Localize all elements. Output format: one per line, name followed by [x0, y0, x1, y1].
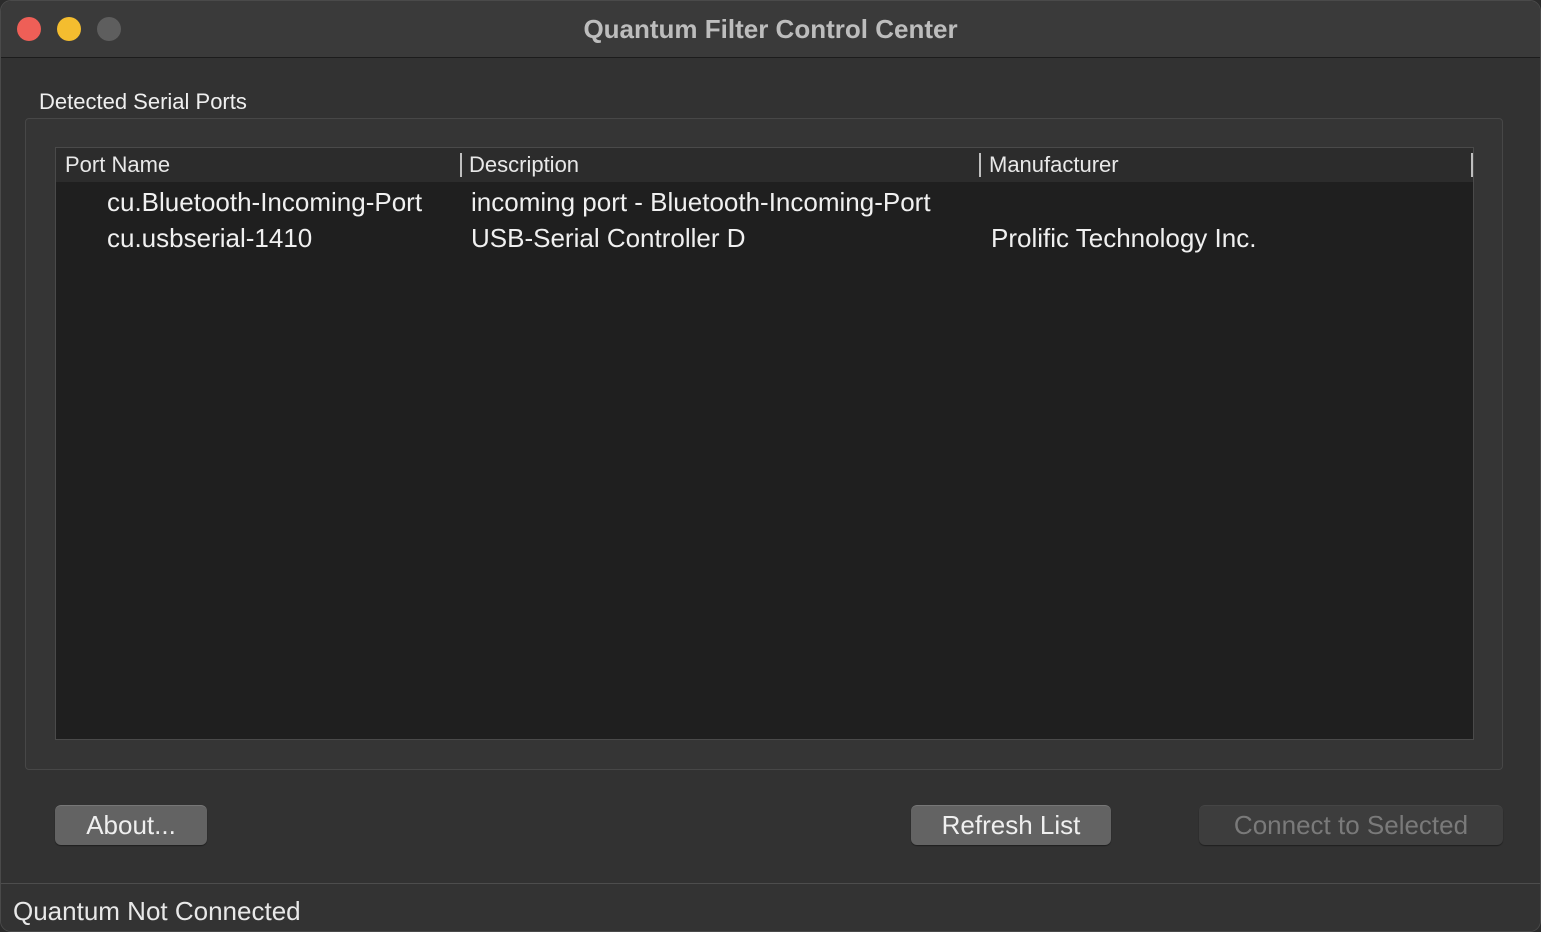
about-button[interactable]: About... [55, 805, 207, 845]
column-divider [1471, 153, 1473, 177]
cell-description: USB-Serial Controller D [471, 223, 746, 253]
status-bar: Quantum Not Connected [1, 883, 1540, 931]
table-header: Port Name Description Manufacturer [56, 148, 1473, 182]
connection-status-text: Quantum Not Connected [13, 896, 301, 926]
serial-ports-table[interactable]: Port Name Description Manufacturer cu.Bl… [55, 147, 1474, 740]
column-header-port-name[interactable]: Port Name [56, 148, 460, 182]
cell-description: incoming port - Bluetooth-Incoming-Port [471, 187, 931, 217]
title-bar[interactable]: Quantum Filter Control Center [1, 1, 1540, 58]
connect-to-selected-button: Connect to Selected [1199, 805, 1503, 845]
refresh-list-button[interactable]: Refresh List [911, 805, 1111, 845]
cell-port-name: cu.usbserial-1410 [107, 223, 313, 253]
table-row[interactable]: cu.Bluetooth-Incoming-Port incoming port… [56, 184, 1473, 220]
column-header-manufacturer[interactable]: Manufacturer [980, 148, 1470, 182]
app-window: Quantum Filter Control Center Detected S… [0, 0, 1541, 932]
group-label-detected-ports: Detected Serial Ports [39, 89, 247, 114]
column-header-description[interactable]: Description [460, 148, 980, 182]
cell-manufacturer: Prolific Technology Inc. [991, 223, 1257, 253]
window-title: Quantum Filter Control Center [583, 14, 958, 44]
table-row[interactable]: cu.usbserial-1410 USB-Serial Controller … [56, 220, 1473, 256]
cell-port-name: cu.Bluetooth-Incoming-Port [107, 187, 423, 217]
